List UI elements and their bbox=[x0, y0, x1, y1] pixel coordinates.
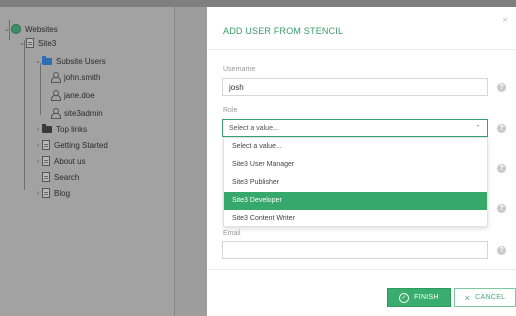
tree-node-websites[interactable]: ⌄ Websites bbox=[3, 22, 58, 36]
finish-label: FINISH bbox=[414, 294, 439, 301]
help-icon[interactable]: ? bbox=[497, 83, 506, 92]
site-tree: ⌄ Websites ⌄ Site3 ⌄ Subsite Users john.… bbox=[0, 7, 175, 316]
tree-node-label: john.smith bbox=[64, 72, 101, 82]
page-icon bbox=[42, 188, 50, 198]
chevron-up-icon: ⌃ bbox=[475, 125, 481, 132]
close-icon[interactable]: × bbox=[502, 15, 508, 26]
tree-node-label: Blog bbox=[54, 188, 71, 198]
tree-node-label: Site3 bbox=[38, 38, 57, 48]
globe-icon bbox=[11, 24, 21, 34]
username-field[interactable]: josh bbox=[222, 78, 488, 96]
page-icon bbox=[42, 156, 50, 166]
tree-node-search[interactable]: Search bbox=[34, 170, 79, 184]
tree-node-label: Getting Started bbox=[54, 140, 108, 150]
modal-title: ADD USER FROM STENCIL bbox=[223, 26, 344, 36]
chevron-right-icon[interactable]: › bbox=[34, 142, 42, 149]
tree-guide-line bbox=[24, 40, 25, 190]
role-select-value: Select a value... bbox=[229, 124, 279, 132]
check-circle-icon: ✓ bbox=[399, 292, 410, 303]
role-option[interactable]: Site3 User Manager bbox=[224, 156, 487, 174]
tree-node-label: Websites bbox=[25, 24, 58, 34]
chevron-right-icon[interactable]: › bbox=[34, 190, 42, 197]
tree-node-user[interactable]: site3admin bbox=[50, 106, 103, 120]
role-option[interactable]: Site3 Publisher bbox=[224, 174, 487, 192]
middle-panel bbox=[175, 7, 207, 316]
user-icon bbox=[50, 72, 61, 83]
tree-node-site3[interactable]: ⌄ Site3 bbox=[18, 36, 56, 50]
tree-node-blog[interactable]: › Blog bbox=[34, 186, 70, 200]
chevron-down-icon[interactable]: ⌄ bbox=[34, 57, 42, 65]
help-icon[interactable]: ? bbox=[497, 124, 506, 133]
cancel-label: CANCEL bbox=[475, 294, 506, 301]
chevron-right-icon[interactable]: › bbox=[34, 126, 42, 133]
top-bar bbox=[0, 0, 516, 7]
tree-node-top-links[interactable]: › Top links bbox=[34, 122, 87, 136]
add-user-modal: ADD USER FROM STENCIL × Username josh ? … bbox=[207, 7, 516, 316]
email-label: Email bbox=[223, 230, 241, 237]
user-icon bbox=[50, 90, 61, 101]
tree-node-label: About us bbox=[54, 156, 86, 166]
tree-node-user[interactable]: john.smith bbox=[50, 70, 100, 84]
cancel-button[interactable]: × CANCEL bbox=[454, 288, 516, 307]
username-label: Username bbox=[223, 66, 256, 73]
email-field[interactable] bbox=[222, 241, 488, 259]
chevron-right-icon[interactable]: › bbox=[34, 158, 42, 165]
help-icon[interactable]: ? bbox=[497, 246, 506, 255]
folder-icon bbox=[42, 55, 52, 65]
tree-node-label: jane.doe bbox=[64, 90, 95, 100]
tree-node-label: Subsite Users bbox=[56, 56, 106, 66]
divider bbox=[207, 49, 516, 50]
page-icon bbox=[42, 172, 50, 182]
role-option[interactable]: Site3 Content Writer bbox=[224, 210, 487, 228]
help-icon[interactable]: ? bbox=[497, 204, 506, 213]
role-dropdown: Select a value... Site3 User Manager Sit… bbox=[223, 137, 488, 227]
role-option-highlighted[interactable]: Site3 Developer bbox=[224, 192, 487, 210]
role-option[interactable]: Select a value... bbox=[224, 138, 487, 156]
tree-node-getting-started[interactable]: › Getting Started bbox=[34, 138, 108, 152]
role-select[interactable]: Select a value... ⌃ bbox=[222, 119, 488, 137]
role-label: Role bbox=[223, 107, 238, 114]
tree-node-label: Search bbox=[54, 172, 80, 182]
finish-button[interactable]: ✓ FINISH bbox=[387, 288, 451, 307]
chevron-down-icon[interactable]: ⌄ bbox=[3, 25, 11, 33]
page-icon bbox=[26, 38, 34, 48]
user-icon bbox=[50, 108, 61, 119]
tree-node-label: site3admin bbox=[64, 108, 103, 118]
page-icon bbox=[42, 140, 50, 150]
close-icon: × bbox=[464, 292, 471, 303]
chevron-down-icon[interactable]: ⌄ bbox=[18, 39, 26, 47]
tree-node-user[interactable]: jane.doe bbox=[50, 88, 95, 102]
tree-node-subsite-users[interactable]: ⌄ Subsite Users bbox=[34, 54, 106, 68]
help-icon[interactable]: ? bbox=[497, 164, 506, 173]
tree-guide-line bbox=[40, 63, 41, 115]
folder-icon bbox=[42, 123, 52, 133]
tree-node-label: Top links bbox=[56, 124, 88, 134]
divider bbox=[207, 269, 516, 270]
tree-node-about-us[interactable]: › About us bbox=[34, 154, 86, 168]
